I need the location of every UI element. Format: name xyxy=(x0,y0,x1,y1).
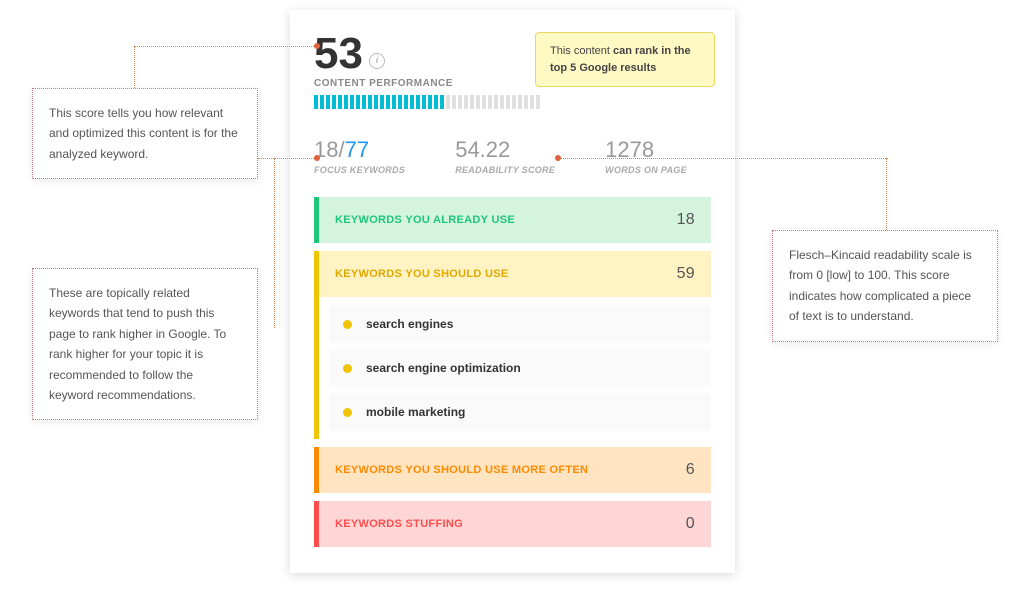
focus-label: FOCUS KEYWORDS xyxy=(314,165,405,175)
progress-tick xyxy=(452,95,456,109)
keyword-sections: KEYWORDS YOU ALREADY USE 18 KEYWORDS YOU… xyxy=(314,197,711,547)
keyword-item[interactable]: mobile marketing xyxy=(329,393,711,431)
progress-tick xyxy=(518,95,522,109)
progress-tick xyxy=(488,95,492,109)
callout-readability-explanation: Flesch–Kincaid readability scale is from… xyxy=(772,230,998,342)
progress-tick xyxy=(536,95,540,109)
keyword-text: search engine optimization xyxy=(366,361,521,375)
rank-note-prefix: This content xyxy=(550,45,613,57)
progress-tick xyxy=(458,95,462,109)
section-should-use[interactable]: KEYWORDS YOU SHOULD USE 59 xyxy=(314,251,711,297)
progress-tick xyxy=(494,95,498,109)
progress-tick xyxy=(362,95,366,109)
progress-tick xyxy=(470,95,474,109)
progress-tick xyxy=(446,95,450,109)
section-use-more-often[interactable]: KEYWORDS YOU SHOULD USE MORE OFTEN 6 xyxy=(314,447,711,493)
progress-bar xyxy=(314,95,711,109)
focus-total: 77 xyxy=(345,137,369,162)
progress-tick xyxy=(338,95,342,109)
progress-tick xyxy=(500,95,504,109)
score-row: 53 i CONTENT PERFORMANCE This content ca… xyxy=(314,32,711,109)
progress-tick xyxy=(350,95,354,109)
section-stuffing[interactable]: KEYWORDS STUFFING 0 xyxy=(314,501,711,547)
callout-score-explanation: This score tells you how relevant and op… xyxy=(32,88,258,179)
progress-tick xyxy=(416,95,420,109)
progress-tick xyxy=(320,95,324,109)
connector-line xyxy=(886,158,887,230)
keyword-list: search engines search engine optimization… xyxy=(314,297,711,439)
progress-tick xyxy=(464,95,468,109)
connector-dot-icon xyxy=(314,43,320,49)
section-count: 59 xyxy=(677,265,695,283)
progress-tick xyxy=(398,95,402,109)
connector-line xyxy=(258,158,316,159)
bullet-dot-icon xyxy=(343,364,352,373)
progress-tick xyxy=(428,95,432,109)
rank-note-tooltip: This content can rank in the top 5 Googl… xyxy=(535,32,715,87)
progress-tick xyxy=(482,95,486,109)
progress-tick xyxy=(530,95,534,109)
progress-tick xyxy=(332,95,336,109)
progress-tick xyxy=(410,95,414,109)
progress-tick xyxy=(344,95,348,109)
callout-keywords-explanation: These are topically related keywords tha… xyxy=(32,268,258,420)
connector-line xyxy=(134,46,316,47)
progress-tick xyxy=(476,95,480,109)
progress-tick xyxy=(506,95,510,109)
progress-tick xyxy=(512,95,516,109)
progress-tick xyxy=(314,95,318,109)
section-already-use[interactable]: KEYWORDS YOU ALREADY USE 18 xyxy=(314,197,711,243)
score-number: 53 xyxy=(314,32,363,76)
words-label: WORDS ON PAGE xyxy=(605,165,687,175)
section-title: KEYWORDS STUFFING xyxy=(335,518,463,530)
info-icon[interactable]: i xyxy=(369,53,385,69)
stats-row: 18/77 FOCUS KEYWORDS 54.22 READABILITY S… xyxy=(314,137,711,175)
progress-tick xyxy=(380,95,384,109)
section-title: KEYWORDS YOU ALREADY USE xyxy=(335,214,515,226)
progress-tick xyxy=(524,95,528,109)
keyword-text: search engines xyxy=(366,317,453,331)
progress-tick xyxy=(326,95,330,109)
words-value: 1278 xyxy=(605,137,687,163)
keyword-item[interactable]: search engine optimization xyxy=(329,349,711,387)
bullet-dot-icon xyxy=(343,320,352,329)
content-performance-panel: 53 i CONTENT PERFORMANCE This content ca… xyxy=(290,10,735,573)
progress-tick xyxy=(392,95,396,109)
progress-tick xyxy=(422,95,426,109)
progress-tick xyxy=(440,95,444,109)
progress-tick xyxy=(374,95,378,109)
section-title: KEYWORDS YOU SHOULD USE MORE OFTEN xyxy=(335,464,588,476)
connector-line xyxy=(558,158,888,159)
connector-dot-icon xyxy=(555,155,561,161)
keyword-text: mobile marketing xyxy=(366,405,465,419)
progress-tick xyxy=(356,95,360,109)
progress-tick xyxy=(404,95,408,109)
section-count: 18 xyxy=(677,211,695,229)
stat-readability: 54.22 READABILITY SCORE xyxy=(455,137,555,175)
connector-dot-icon xyxy=(314,155,320,161)
readability-value: 54.22 xyxy=(455,137,555,163)
section-count: 0 xyxy=(686,515,695,533)
connector-line xyxy=(274,158,275,328)
section-title: KEYWORDS YOU SHOULD USE xyxy=(335,268,509,280)
section-count: 6 xyxy=(686,461,695,479)
readability-label: READABILITY SCORE xyxy=(455,165,555,175)
progress-tick xyxy=(368,95,372,109)
stat-focus-keywords: 18/77 FOCUS KEYWORDS xyxy=(314,137,405,175)
stat-words: 1278 WORDS ON PAGE xyxy=(605,137,687,175)
keyword-item[interactable]: search engines xyxy=(329,305,711,343)
progress-tick xyxy=(386,95,390,109)
progress-tick xyxy=(434,95,438,109)
bullet-dot-icon xyxy=(343,408,352,417)
connector-line xyxy=(134,46,135,88)
